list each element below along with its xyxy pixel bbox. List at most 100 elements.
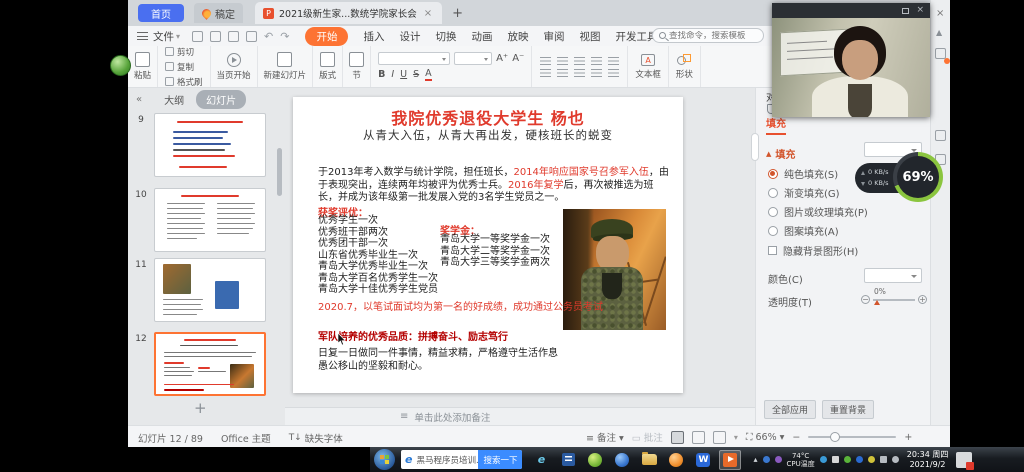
align-center-icon[interactable] [557, 69, 568, 77]
radio-pattern-fill[interactable]: 图案填充(A) [768, 223, 839, 238]
command-search-box[interactable] [652, 28, 764, 43]
columns-icon[interactable] [608, 69, 619, 77]
checkbox-hide-background[interactable]: 隐藏背景图形(H) [768, 243, 858, 258]
close-icon[interactable]: × [916, 6, 924, 15]
ribbon-tab-transition[interactable]: 切换 [435, 29, 456, 44]
webcam-video-window[interactable]: × [772, 3, 930, 117]
template-panel-icon[interactable] [935, 48, 946, 59]
flag-icon[interactable] [832, 456, 839, 463]
transparency-slider[interactable]: − 0% + [861, 291, 927, 309]
slide-canvas[interactable]: 我院优秀退役大学生 杨也 从青大入伍，从青大再出发，硬核班长的蜕变 于2013年… [293, 97, 683, 393]
text-box-button[interactable]: A 文本框 [628, 46, 669, 87]
fit-zoom-button[interactable]: ⛶ 66% ▾ [746, 432, 785, 443]
decrease-font-button[interactable]: A⁻ [512, 53, 524, 64]
new-tab-button[interactable]: + [452, 6, 463, 21]
view-caret-icon[interactable]: ▾ [734, 433, 738, 442]
reading-view-button[interactable] [713, 431, 726, 444]
tray-app-icon[interactable] [775, 456, 782, 463]
play-from-current-button[interactable]: 当页开始 [211, 46, 258, 87]
effects-panel-icon[interactable] [935, 130, 946, 141]
shapes-button[interactable]: 形状 [669, 46, 701, 87]
ribbon-tab-slideshow[interactable]: 放映 [507, 29, 528, 44]
media-app-icon[interactable] [557, 450, 579, 470]
strikethrough-button[interactable]: S [413, 69, 419, 80]
close-tab-icon[interactable]: × [422, 8, 434, 19]
zoom-out-button[interactable]: − [792, 432, 800, 443]
sorter-view-button[interactable] [692, 431, 705, 444]
panel-collapse-handle[interactable] [751, 133, 759, 161]
new-slide-button[interactable]: 新建幻灯片 [258, 46, 314, 87]
action-center-icon[interactable] [956, 452, 972, 468]
apply-all-button[interactable]: 全部应用 [764, 400, 816, 419]
add-slide-button[interactable]: + [194, 399, 207, 417]
ribbon-tab-home[interactable]: 开始 [305, 27, 348, 46]
section-button[interactable]: 节 [343, 46, 371, 87]
tray-app-icon[interactable] [868, 456, 875, 463]
ribbon-tab-animation[interactable]: 动画 [471, 29, 492, 44]
tab-outline[interactable]: 大纲 [164, 92, 184, 107]
file-menu[interactable]: 文件 [153, 29, 174, 44]
italic-button[interactable]: I [391, 69, 394, 80]
ribbon-tab-review[interactable]: 审阅 [543, 29, 564, 44]
export-icon[interactable] [246, 31, 257, 42]
memory-usage-ring[interactable]: 69% [893, 152, 943, 202]
speaker-icon[interactable] [880, 456, 887, 463]
sidebar-scrollbar[interactable] [277, 148, 282, 196]
slide-thumbnail-9[interactable]: 9 [128, 113, 266, 177]
undo-icon[interactable]: ↶ [264, 31, 273, 42]
redo-icon[interactable]: ↷ [280, 31, 289, 42]
increase-font-button[interactable]: A⁺ [496, 53, 508, 64]
slide-thumbnail-10[interactable]: 10 [128, 188, 266, 252]
tab-gaoding[interactable]: 稿定 [194, 3, 243, 23]
numbering-icon[interactable] [557, 57, 568, 65]
slide-thumbnail-12-selected[interactable]: 12 [128, 332, 266, 396]
bold-button[interactable]: B [378, 69, 385, 80]
slider-plus-icon[interactable]: + [918, 295, 927, 304]
tab-document[interactable]: P 2021级新生家...数统学院家长会 × [255, 2, 442, 24]
normal-view-button[interactable] [671, 431, 684, 444]
main-menu-icon[interactable] [137, 32, 148, 40]
browser-ball-icon[interactable] [611, 450, 633, 470]
comments-toggle[interactable]: ▭ 批注 [632, 430, 663, 444]
theme-name[interactable]: Office 主题 [221, 431, 271, 445]
ribbon-tab-insert[interactable]: 插入 [363, 29, 384, 44]
underline-button[interactable]: U [400, 69, 407, 80]
align-right-icon[interactable] [574, 69, 585, 77]
font-color-button[interactable]: A [425, 68, 432, 81]
radio-solid-fill[interactable]: 纯色填充(S) [768, 166, 838, 181]
bullets-icon[interactable] [540, 57, 551, 65]
missing-font-indicator[interactable]: T↓ 缺失字体 [289, 431, 343, 445]
cpu-temperature[interactable]: 74°C CPU温度 [787, 452, 815, 468]
tray-expand-icon[interactable]: ▴ [753, 455, 757, 464]
format-painter-button[interactable]: 格式刷 [165, 76, 203, 88]
taskbar-search-box[interactable]: e 黑马程序员培训... 搜索一下 [401, 450, 522, 469]
wpp-active-app-icon[interactable] [719, 450, 741, 470]
taskbar-search-button[interactable]: 搜索一下 [478, 450, 522, 469]
preview-icon[interactable] [228, 31, 239, 42]
collapse-panel-button[interactable]: « [136, 94, 142, 105]
fill-section-header[interactable]: ▲ 填充 [766, 146, 795, 161]
taskbar-clock[interactable]: 20:34 周四 2021/9/2 [907, 450, 949, 470]
explorer-folder-icon[interactable] [638, 450, 660, 470]
font-name-select[interactable] [378, 52, 450, 65]
antivirus-app-icon[interactable] [584, 450, 606, 470]
radio-picture-fill[interactable]: 图片或纹理填充(P) [768, 204, 868, 219]
network-icon[interactable] [892, 456, 899, 463]
slide-thumbnail-11[interactable]: 11 [128, 258, 266, 322]
close-panel-icon[interactable]: × [936, 8, 944, 19]
recorder-app-icon[interactable] [665, 450, 687, 470]
color-select[interactable] [864, 268, 922, 283]
slider-marker[interactable] [874, 300, 880, 305]
fill-tab[interactable]: 填充 [766, 115, 786, 135]
zoom-in-button[interactable]: + [904, 432, 912, 443]
maximize-icon[interactable] [902, 8, 909, 14]
radio-gradient-fill[interactable]: 渐变填充(G) [768, 185, 840, 200]
wps-app-icon[interactable]: W [692, 450, 714, 470]
bluetooth-icon[interactable] [856, 456, 863, 463]
font-size-select[interactable] [454, 52, 492, 65]
line-spacing-icon[interactable] [608, 57, 619, 65]
tray-app-icon[interactable] [763, 456, 770, 463]
notes-toggle[interactable]: ≡ 备注 ▾ [586, 430, 624, 444]
align-left-icon[interactable] [540, 69, 551, 77]
zoom-slider-knob[interactable] [830, 432, 840, 442]
